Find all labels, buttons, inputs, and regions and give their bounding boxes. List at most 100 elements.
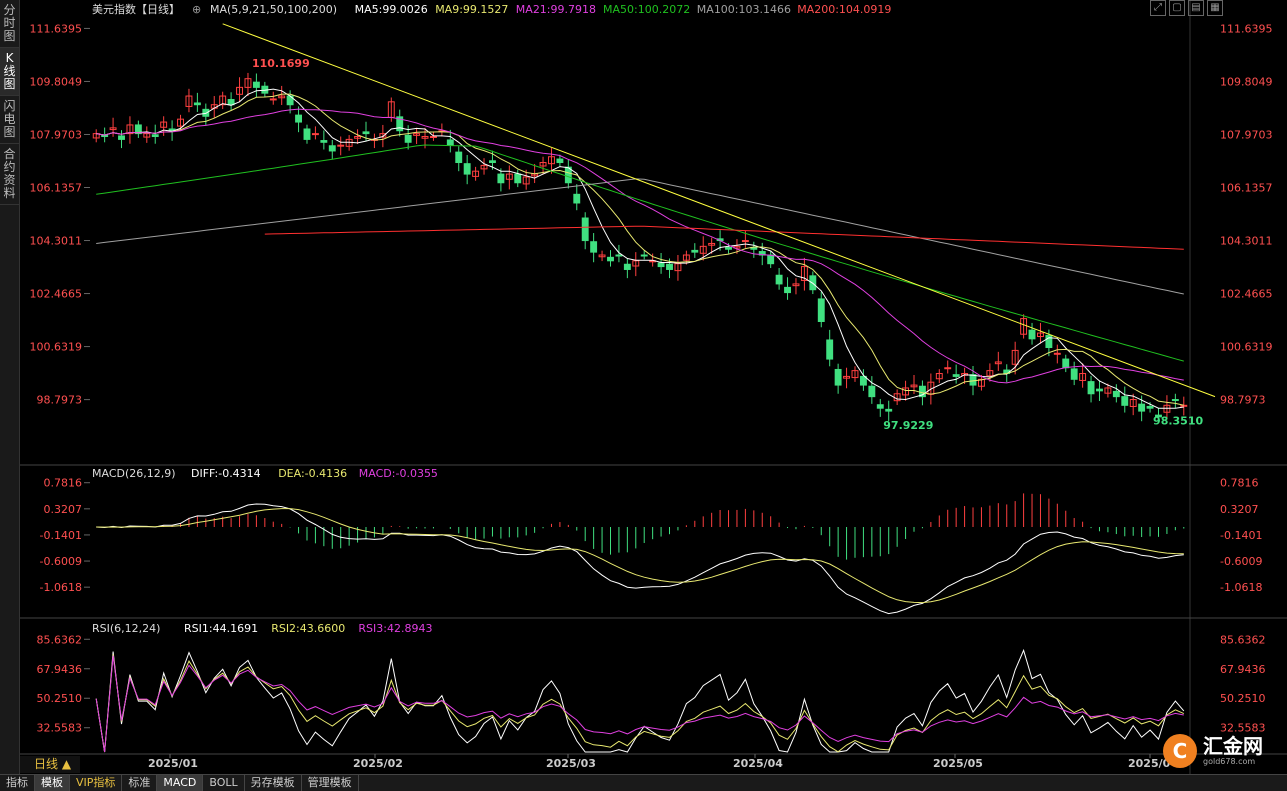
candle-body-21 bbox=[269, 98, 277, 101]
price-tick-left-2: 107.9703 bbox=[30, 128, 83, 141]
x-tick-3: 2025/04 bbox=[733, 757, 783, 770]
candle-body-71 bbox=[691, 249, 699, 253]
x-tick-1: 2025/02 bbox=[353, 757, 403, 770]
dea-line bbox=[96, 508, 1184, 604]
candle-body-43 bbox=[455, 151, 463, 164]
price-tick-right-6: 100.6319 bbox=[1220, 341, 1273, 354]
price-tick-right-7: 98.7973 bbox=[1220, 394, 1266, 407]
candle-body-28 bbox=[328, 145, 336, 152]
rsi-tick-left-1: 67.9436 bbox=[37, 663, 83, 676]
candle-body-57 bbox=[573, 193, 581, 204]
side-tab-0[interactable]: 分时图 bbox=[0, 0, 19, 48]
macd-legend-item-0: DIFF:-0.4314 bbox=[191, 467, 261, 480]
window-icon[interactable]: ▢ bbox=[1169, 0, 1185, 16]
macd-legend-item-2: MACD:-0.0355 bbox=[359, 467, 438, 480]
rsi-legend-name: RSI(6,12,24) bbox=[92, 622, 160, 635]
bottom-tab-1[interactable]: 模板 bbox=[35, 775, 70, 791]
candle-body-44 bbox=[463, 163, 471, 175]
layout-icon[interactable]: ▤ bbox=[1188, 0, 1204, 16]
candle-body-29 bbox=[337, 144, 345, 147]
price-tick-right-5: 102.4665 bbox=[1220, 288, 1273, 301]
low-annotation: 97.9229 bbox=[883, 419, 933, 432]
candle-body-55 bbox=[556, 158, 564, 164]
price-tick-left-6: 100.6319 bbox=[30, 341, 83, 354]
bottom-tab-6[interactable]: 另存模板 bbox=[245, 775, 302, 791]
chart-canvas[interactable]: 111.6395 111.6395 109.8049 109.8049 107.9703… bbox=[20, 0, 1287, 774]
logo-name: 汇金网 bbox=[1203, 734, 1263, 758]
candle-body-42 bbox=[446, 139, 454, 146]
candle-body-12 bbox=[193, 102, 201, 106]
candle-body-50 bbox=[514, 173, 522, 184]
bottom-tab-4[interactable]: MACD bbox=[157, 775, 204, 791]
candle-body-102 bbox=[952, 374, 960, 377]
rsi-tick-left-2: 50.2510 bbox=[37, 692, 83, 705]
bottom-tab-2[interactable]: VIP指标 bbox=[70, 775, 123, 791]
macd-tick-right-3: -0.6009 bbox=[1220, 555, 1262, 568]
macd-tick-left-3: -0.6009 bbox=[40, 555, 82, 568]
price-tick-right-3: 106.1357 bbox=[1220, 182, 1273, 195]
rsi-legend-item-1: RSI2:43.6600 bbox=[271, 622, 345, 635]
bottom-tab-3[interactable]: 标准 bbox=[122, 775, 158, 791]
candle-body-62 bbox=[615, 254, 623, 257]
candle-body-80 bbox=[767, 254, 775, 265]
candle-body-101 bbox=[944, 367, 952, 370]
candle-body-40 bbox=[429, 136, 437, 139]
ma5-line bbox=[96, 88, 1184, 409]
candle-body-68 bbox=[666, 263, 673, 270]
candle-body-63 bbox=[623, 263, 631, 270]
price-tick-right-2: 107.9703 bbox=[1220, 128, 1273, 141]
candle-body-125 bbox=[1146, 405, 1154, 409]
side-tab-1[interactable]: K线图 bbox=[0, 48, 19, 96]
candle-body-59 bbox=[590, 241, 598, 253]
candle-body-121 bbox=[1112, 390, 1120, 398]
side-tab-3[interactable]: 合约资料 bbox=[0, 144, 19, 205]
rsi-legend-item-2: RSI3:42.8943 bbox=[358, 622, 432, 635]
rsi-legend-item-0: RSI1:44.1691 bbox=[184, 622, 258, 635]
price-tick-right-1: 109.8049 bbox=[1220, 75, 1273, 88]
price-tick-left-1: 109.8049 bbox=[30, 75, 83, 88]
candle-body-77 bbox=[741, 240, 749, 243]
macd-tick-right-1: 0.3207 bbox=[1220, 503, 1259, 516]
macd-tick-right-0: 0.7816 bbox=[1220, 477, 1259, 490]
macd-tick-left-2: -0.1401 bbox=[40, 529, 82, 542]
macd-tick-right-4: -1.0618 bbox=[1220, 581, 1262, 594]
candle-body-116 bbox=[1070, 368, 1078, 380]
x-tick-0: 2025/01 bbox=[148, 757, 198, 770]
high-annotation: 110.1699 bbox=[252, 57, 310, 70]
price-legend-name: 美元指数【日线】 bbox=[92, 2, 180, 16]
rsi-tick-right-0: 85.6362 bbox=[1220, 633, 1266, 646]
price-tick-right-4: 104.3011 bbox=[1220, 235, 1273, 248]
price-legend-item-3: MA50:100.2072 bbox=[603, 3, 690, 16]
rsi-tick-left-0: 85.6362 bbox=[37, 633, 83, 646]
bottom-tab-7[interactable]: 管理模板 bbox=[302, 775, 359, 791]
candle-body-37 bbox=[404, 134, 412, 143]
price-tick-left-0: 111.6395 bbox=[30, 22, 83, 35]
price-legend-item-1: MA9:99.1527 bbox=[435, 3, 508, 16]
bottom-tab-0[interactable]: 指标 bbox=[0, 775, 35, 791]
logo-mark-icon: C bbox=[1163, 734, 1197, 768]
macd-tick-left-0: 0.7816 bbox=[44, 477, 83, 490]
expand-icon[interactable]: ⤢ bbox=[1150, 0, 1166, 16]
price-tick-left-4: 104.3011 bbox=[30, 235, 83, 248]
x-tick-2: 2025/03 bbox=[546, 757, 596, 770]
side-tab-2[interactable]: 闪电图 bbox=[0, 96, 19, 144]
rsi3-line bbox=[95, 655, 1184, 753]
candle-body-81 bbox=[775, 274, 783, 285]
rsi-tick-left-3: 32.5583 bbox=[37, 722, 83, 735]
candle-body-118 bbox=[1087, 381, 1095, 395]
candle-body-93 bbox=[876, 404, 884, 409]
period-selector[interactable]: 日线 ▲ bbox=[20, 756, 80, 773]
candle-body-48 bbox=[497, 173, 505, 184]
price-tick-left-3: 106.1357 bbox=[30, 182, 83, 195]
candle-body-27 bbox=[320, 140, 328, 143]
candle-body-67 bbox=[657, 262, 665, 268]
bottom-tab-5[interactable]: BOLL bbox=[203, 775, 245, 791]
grid-icon[interactable]: ▦ bbox=[1207, 0, 1223, 16]
candle-body-86 bbox=[817, 298, 825, 322]
candle-body-61 bbox=[607, 256, 614, 262]
candle-body-114 bbox=[1053, 352, 1061, 355]
price-tick-right-0: 111.6395 bbox=[1220, 22, 1273, 35]
candle-body-104 bbox=[969, 374, 977, 386]
candle-body-119 bbox=[1096, 388, 1103, 392]
candle-body-129 bbox=[1180, 404, 1188, 407]
